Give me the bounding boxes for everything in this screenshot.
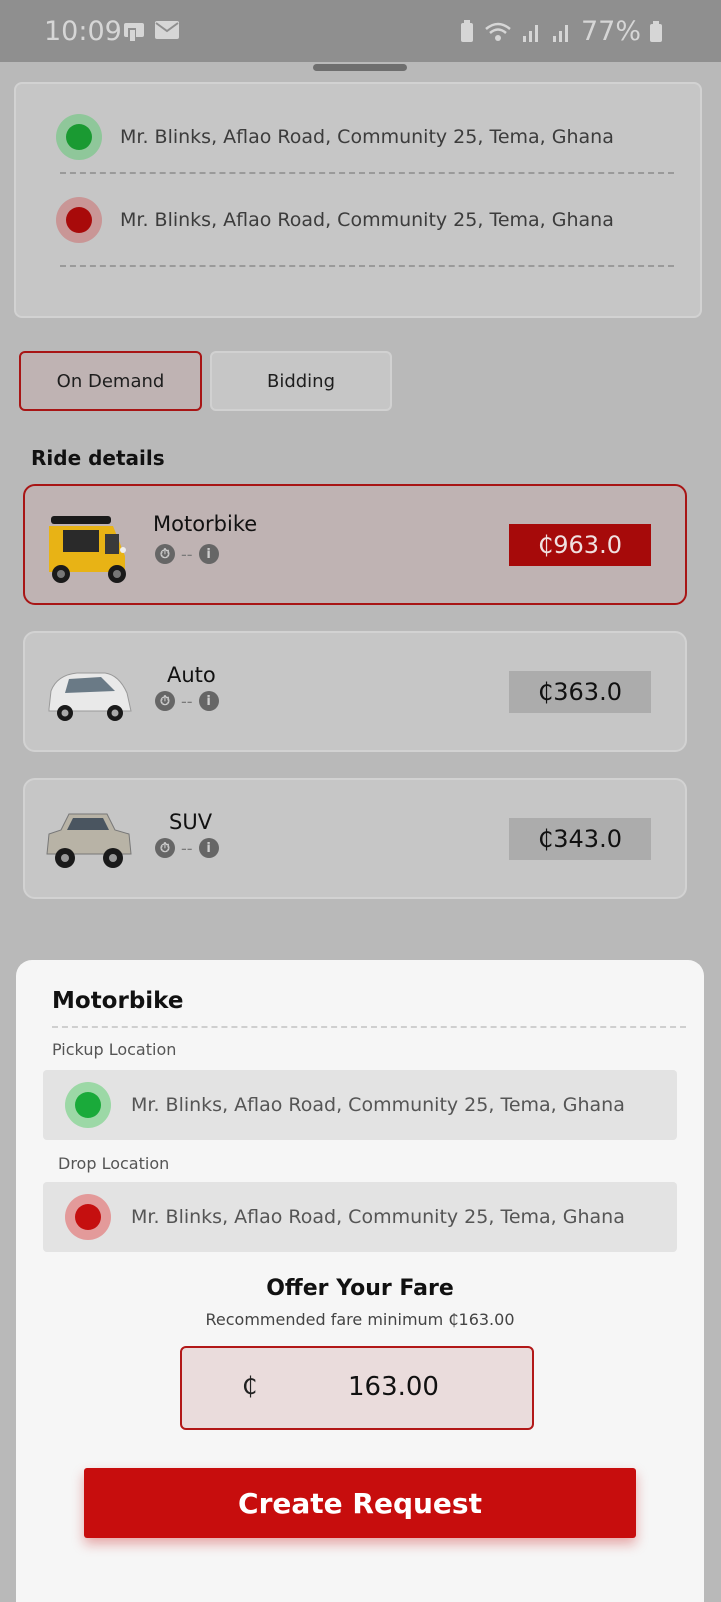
ride-name: SUV (169, 810, 213, 834)
ride-price: ₵363.0 (509, 671, 651, 713)
tuk-tuk-icon (49, 516, 126, 583)
timer-icon: ⏱ (155, 544, 175, 564)
ride-name: Motorbike (153, 512, 258, 536)
fare-input[interactable]: ₵ 163.00 (180, 1346, 534, 1430)
ride-eta: -- (181, 544, 193, 564)
status-time: 10:09 (44, 16, 122, 47)
ride-option-motorbike[interactable]: Motorbike ⏱ -- i ₵963.0 (23, 484, 687, 605)
create-request-button[interactable]: Create Request (84, 1468, 636, 1538)
route-card: Mr. Blinks, Aflao Road, Community 25, Te… (14, 82, 702, 318)
ride-name: Auto (167, 663, 216, 687)
drop-label: Drop Location (58, 1154, 170, 1173)
signal-icon-2 (552, 24, 568, 42)
divider (60, 265, 674, 267)
ride-price: ₵963.0 (509, 524, 651, 566)
drop-dot-icon (65, 1194, 111, 1240)
drop-location-field[interactable]: Mr. Blinks, Aflao Road, Community 25, Te… (43, 1182, 677, 1252)
pickup-dot-icon (56, 114, 102, 160)
ride-meta: ⏱ -- i (155, 838, 219, 858)
offer-fare-title: Offer Your Fare (266, 1276, 454, 1301)
battery-icon (650, 20, 662, 42)
ride-option-auto[interactable]: Auto ⏱ -- i ₵363.0 (23, 631, 687, 752)
currency-symbol: ₵ (242, 1372, 258, 1400)
wifi-icon (485, 22, 511, 41)
pickup-dot-icon (65, 1082, 111, 1128)
drop-address: Mr. Blinks, Aflao Road, Community 25, Te… (120, 209, 614, 231)
pickup-location-field[interactable]: Mr. Blinks, Aflao Road, Community 25, Te… (43, 1070, 677, 1140)
ride-eta: -- (181, 691, 193, 711)
ride-meta: ⏱ -- i (155, 691, 219, 711)
info-icon[interactable]: i (198, 838, 219, 858)
timer-icon: ⏱ (155, 838, 175, 858)
fare-bottom-sheet: Motorbike Pickup Location Mr. Blinks, Af… (16, 960, 704, 1602)
status-bar: 10:09 77% (0, 0, 721, 62)
timer-icon: ⏱ (155, 691, 175, 711)
bidding-button[interactable]: Bidding (210, 351, 392, 411)
pickup-row[interactable]: Mr. Blinks, Aflao Road, Community 25, Te… (56, 114, 614, 160)
fare-value[interactable]: 163.00 (348, 1372, 439, 1402)
battery-percent: 77% (580, 16, 641, 47)
recommended-fare-text: Recommended fare minimum ₵163.00 (205, 1310, 515, 1329)
divider (52, 1026, 686, 1028)
battery-saver-icon (460, 19, 473, 42)
drop-location-value: Mr. Blinks, Aflao Road, Community 25, Te… (131, 1206, 625, 1228)
pickup-label: Pickup Location (52, 1040, 177, 1059)
drag-handle[interactable] (313, 64, 407, 71)
pickup-location-value: Mr. Blinks, Aflao Road, Community 25, Te… (131, 1094, 625, 1116)
info-icon[interactable]: i (198, 544, 219, 564)
on-demand-button[interactable]: On Demand (19, 351, 202, 411)
info-icon[interactable]: i (198, 691, 219, 711)
drop-dot-icon (56, 197, 102, 243)
mail-icon (155, 21, 179, 39)
divider (60, 172, 674, 174)
drop-row[interactable]: Mr. Blinks, Aflao Road, Community 25, Te… (56, 197, 614, 243)
ride-price: ₵343.0 (509, 818, 651, 860)
minivan-icon (48, 672, 132, 721)
suv-icon (46, 813, 132, 868)
status-right: 77% (459, 16, 663, 47)
cast-icon (124, 23, 144, 42)
ride-option-suv[interactable]: SUV ⏱ -- i ₵343.0 (23, 778, 687, 899)
ride-meta: ⏱ -- i (155, 544, 219, 564)
ride-details-title: Ride details (31, 446, 165, 470)
signal-icon (522, 24, 538, 42)
ride-eta: -- (181, 838, 193, 858)
pickup-address: Mr. Blinks, Aflao Road, Community 25, Te… (120, 126, 614, 148)
sheet-title: Motorbike (52, 988, 184, 1014)
notification-icons (122, 20, 180, 44)
